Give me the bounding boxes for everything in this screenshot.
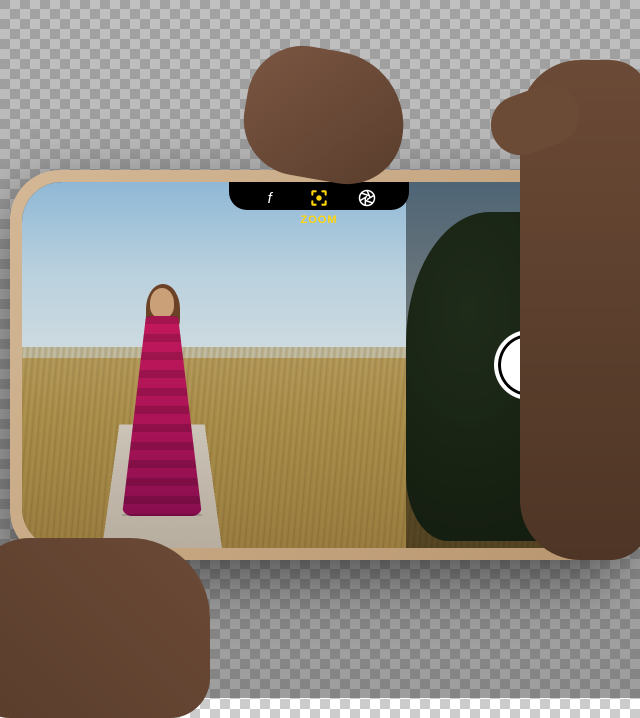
hand-bottom-left xyxy=(0,538,210,718)
product-photo-scene: f xyxy=(0,0,640,698)
focus-control-icon[interactable] xyxy=(307,186,331,210)
aperture-control-icon[interactable]: f xyxy=(259,186,283,210)
svg-text:f: f xyxy=(268,190,274,207)
camera-top-controls: f xyxy=(259,186,379,210)
camera-mode-label: ZOOM xyxy=(301,214,338,226)
viewfinder-subject xyxy=(122,288,202,518)
settings-aperture-icon[interactable] xyxy=(355,186,379,210)
